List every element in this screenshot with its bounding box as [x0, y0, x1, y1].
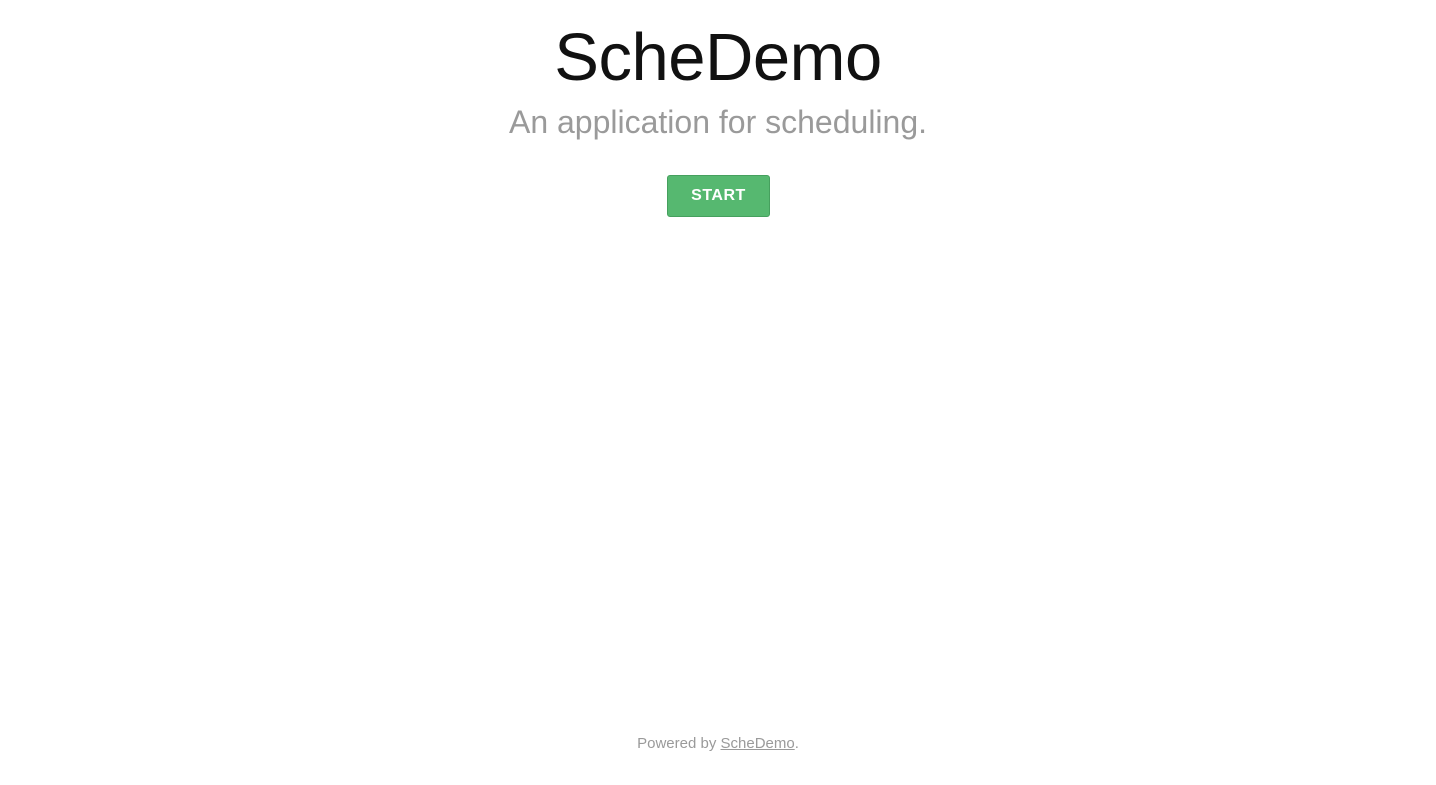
- footer: Powered by ScheDemo.: [0, 734, 1436, 754]
- app-title: ScheDemo: [554, 20, 882, 95]
- footer-suffix: .: [794, 735, 799, 752]
- footer-prefix: Powered by: [637, 735, 721, 752]
- hero-section: ScheDemo An application for scheduling.: [0, 0, 1436, 140]
- start-button[interactable]: START: [667, 175, 770, 217]
- footer-schedemo-link[interactable]: ScheDemo: [721, 735, 795, 752]
- app-tagline: An application for scheduling.: [508, 104, 928, 140]
